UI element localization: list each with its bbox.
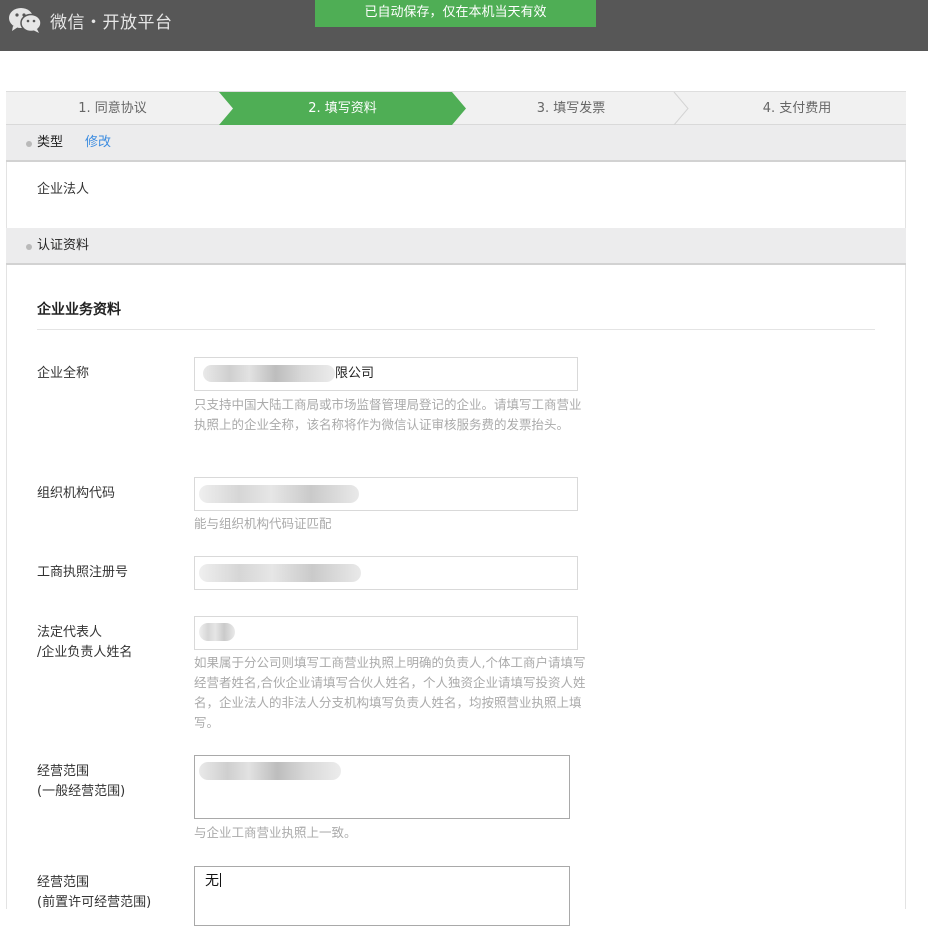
bullet-icon (26, 244, 32, 250)
reg-no-input[interactable] (194, 556, 578, 590)
scope-license-label: 经营范围 (前置许可经营范围) (37, 873, 151, 913)
legal-rep-hint: 如果属于分公司则填写工商营业执照上明确的负责人,个体工商户请填写经营者姓名,合伙… (194, 655, 586, 730)
step-fill-info: 2. 填写资料 (308, 101, 377, 116)
edit-type-link[interactable]: 修改 (85, 125, 111, 161)
legal-rep-label-line2: /企业负责人姓名 (37, 645, 133, 660)
legal-rep-input[interactable] (194, 616, 578, 650)
scope-license-textarea[interactable]: 无 (194, 866, 570, 926)
top-bar: 微信・开放平台 已自动保存，仅在本机当天有效 (0, 0, 928, 51)
scope-general-label-line1: 经营范围 (37, 764, 90, 779)
cert-section-header: 认证资料 (6, 228, 906, 265)
type-section-title: 类型 (37, 135, 64, 150)
type-value: 企业法人 (37, 182, 90, 197)
scope-license-label-line2: (前置许可经营范围) (37, 895, 152, 910)
scope-license-text: 无 (205, 873, 219, 889)
legal-rep-label: 法定代表人 /企业负责人姓名 (37, 623, 132, 663)
legal-rep-label-line1: 法定代表人 (37, 625, 103, 640)
scope-general-textarea[interactable] (194, 755, 570, 819)
company-name-label: 企业全称 (37, 366, 90, 381)
company-name-value: 限公司 (335, 366, 375, 381)
scope-general-label: 经营范围 (一般经营范围) (37, 762, 125, 802)
org-code-hint: 能与组织机构代码证匹配 (194, 516, 332, 531)
company-name-input[interactable]: 限公司 (194, 357, 578, 391)
scope-license-value: 无 (205, 870, 221, 890)
type-section-header: 类型 修改 (6, 125, 906, 162)
redacted-text (203, 365, 335, 382)
text-caret (220, 873, 221, 887)
bullet-icon (26, 141, 32, 147)
step-agree: 1. 同意协议 (78, 101, 147, 116)
org-code-input[interactable] (194, 477, 578, 511)
brand[interactable]: 微信・开放平台 (8, 7, 173, 33)
redacted-text (199, 564, 361, 582)
scope-general-hint: 与企业工商营业执照上一致。 (194, 825, 357, 840)
org-code-label: 组织机构代码 (37, 486, 116, 501)
redacted-text (199, 485, 359, 503)
company-name-hint: 只支持中国大陆工商局或市场监督管理局登记的企业。请填写工商营业执照上的企业全称，… (194, 397, 582, 432)
wechat-logo-icon (8, 7, 42, 33)
brand-title: 微信・开放平台 (50, 12, 173, 33)
step-payment: 4. 支付费用 (762, 101, 832, 116)
scope-license-label-line1: 经营范围 (37, 875, 90, 890)
step-invoice: 3. 填写发票 (536, 101, 606, 116)
business-info-title: 企业业务资料 (37, 302, 121, 318)
progress-steps: 1. 同意协议 2. 填写资料 3. 填写发票 4. 支付费用 (6, 91, 906, 125)
divider (37, 329, 875, 330)
redacted-text (199, 762, 341, 780)
reg-no-label: 工商执照注册号 (37, 565, 129, 580)
cert-section-title: 认证资料 (37, 238, 90, 253)
autosave-notice: 已自动保存，仅在本机当天有效 (315, 0, 596, 27)
scope-general-label-line2: (一般经营范围) (37, 784, 126, 799)
redacted-text (199, 623, 235, 641)
